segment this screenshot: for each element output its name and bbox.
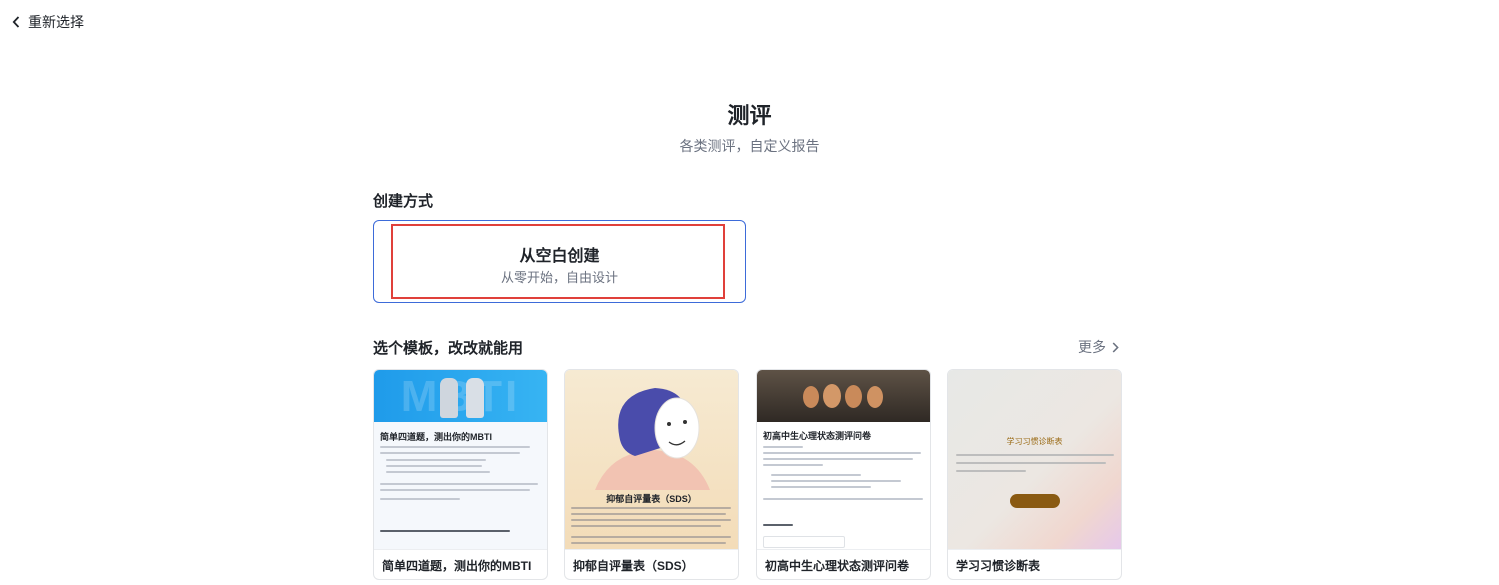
template-card-sds[interactable]: 抑郁自评量表（SDS） 抑郁自评量表（SDS） <box>564 369 739 580</box>
thumb-title: 简单四道题，测出你的MBTI <box>380 432 492 442</box>
text-line <box>771 486 871 488</box>
text-line <box>763 464 823 466</box>
text-line <box>956 462 1106 464</box>
text-line <box>380 446 530 448</box>
text-line <box>380 489 530 491</box>
robot-figure-icon <box>466 378 484 418</box>
template-card-psych[interactable]: 初高中生心理状态测评问卷 初高中生心理状态测评问卷 <box>756 369 931 580</box>
card-divider <box>757 549 930 550</box>
egg-icon <box>823 384 841 408</box>
egg-icon <box>867 386 883 408</box>
banner: MBTI <box>374 370 547 422</box>
card-divider <box>374 549 547 550</box>
back-button[interactable]: 重新选择 <box>12 12 84 32</box>
create-section-label: 创建方式 <box>373 193 434 210</box>
text-line <box>956 470 1026 472</box>
text-line <box>571 536 731 538</box>
egg-icon <box>845 385 862 408</box>
more-templates-link[interactable]: 更多 <box>1078 337 1119 357</box>
mask-face-illustration <box>595 388 710 490</box>
card-divider <box>948 549 1121 550</box>
template-card-label: 初高中生心理状态测评问卷 <box>765 559 910 573</box>
chevron-left-icon <box>12 16 20 28</box>
text-line <box>386 471 490 473</box>
thumb-title: 初高中生心理状态测评问卷 <box>763 431 872 441</box>
text-line <box>571 542 726 544</box>
start-button-preview <box>1010 494 1060 508</box>
page-subtitle: 各类测评，自定义报告 <box>679 138 820 154</box>
text-line <box>571 525 721 527</box>
text-line <box>771 474 861 476</box>
text-line <box>763 524 793 526</box>
template-thumbnail: 初高中生心理状态测评问卷 <box>757 370 930 549</box>
name-field-preview <box>763 536 845 548</box>
text-line <box>771 480 901 482</box>
text-line <box>380 498 460 500</box>
text-line <box>380 452 520 454</box>
text-line <box>380 530 510 532</box>
page-title: 测评 <box>727 103 772 128</box>
thumb-title: 学习习惯诊断表 <box>1006 437 1063 446</box>
banner-watermark-text: MBTI <box>400 372 521 421</box>
text-line <box>386 465 482 467</box>
template-section-label: 选个模板，改改就能用 <box>373 340 524 357</box>
template-thumbnail: MBTI 简单四道题，测出你的MBTI <box>374 370 547 549</box>
blank-card-title: 从空白创建 <box>519 248 600 265</box>
template-card-mbti[interactable]: MBTI 简单四道题，测出你的MBTI 简单四道题，测出你的MBTI <box>373 369 548 580</box>
thumb-title: 抑郁自评量表（SDS） <box>606 494 697 504</box>
text-line <box>386 459 486 461</box>
template-card-label: 学习习惯诊断表 <box>956 559 1041 573</box>
back-label: 重新选择 <box>28 14 84 30</box>
template-card-study[interactable]: 学习习惯诊断表 学习习惯诊断表 <box>947 369 1122 580</box>
eggs-photo <box>757 370 930 422</box>
text-line <box>763 498 923 500</box>
egg-icon <box>803 386 819 408</box>
template-thumbnail: 学习习惯诊断表 <box>948 370 1121 549</box>
text-line <box>763 446 803 448</box>
text-line <box>571 519 731 521</box>
card-divider <box>565 549 738 550</box>
text-line <box>763 458 913 460</box>
text-line <box>571 507 731 509</box>
blank-card-subtitle: 从零开始，自由设计 <box>500 270 618 285</box>
template-card-label: 抑郁自评量表（SDS） <box>573 559 694 573</box>
template-card-label: 简单四道题，测出你的MBTI <box>382 559 532 573</box>
text-line <box>380 483 538 485</box>
text-line <box>956 454 1114 456</box>
more-label: 更多 <box>1078 339 1106 355</box>
chevron-right-icon <box>1112 341 1119 353</box>
text-line <box>571 513 726 515</box>
text-line <box>763 452 921 454</box>
template-thumbnail: 抑郁自评量表（SDS） <box>565 370 738 549</box>
robot-figure-icon <box>440 378 458 418</box>
